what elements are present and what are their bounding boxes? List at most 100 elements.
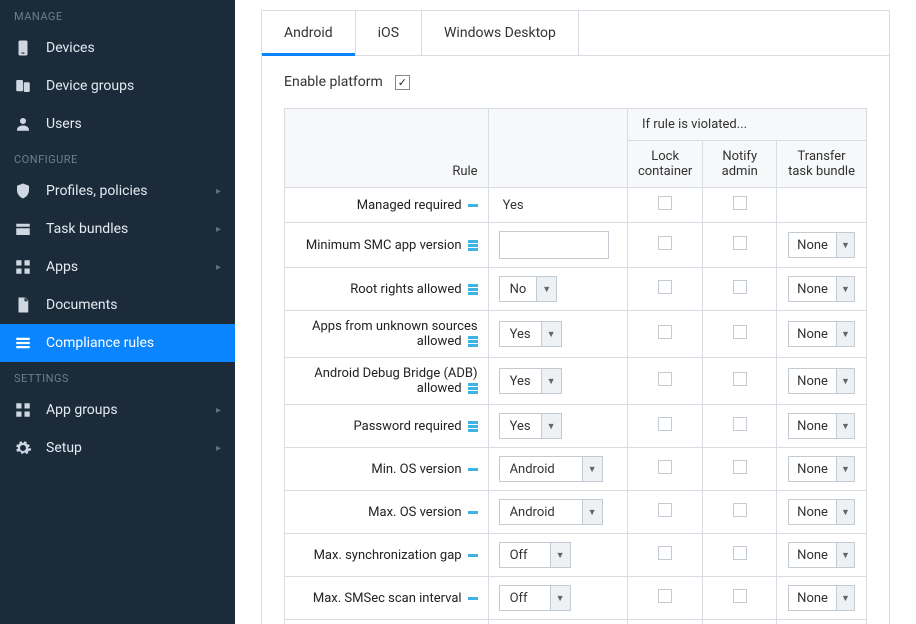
chevron-down-icon: ▼ — [836, 543, 854, 567]
lock-container-cell — [627, 311, 702, 358]
select-value: No — [500, 282, 537, 297]
lock-container-checkbox[interactable] — [658, 325, 672, 339]
transfer-task-select[interactable]: None▼ — [788, 499, 855, 525]
notify-admin-checkbox[interactable] — [733, 236, 747, 250]
select-value: Yes — [500, 419, 541, 434]
tab-android[interactable]: Android — [262, 11, 356, 55]
lock-container-checkbox[interactable] — [658, 236, 672, 250]
chevron-down-icon: ▼ — [550, 543, 570, 567]
lock-container-checkbox[interactable] — [658, 460, 672, 474]
rule-label: Apps from unknown sources allowed — [312, 319, 478, 349]
rule-value-cell: Android▼ — [488, 491, 627, 534]
select-value: None — [789, 327, 836, 342]
sidebar-item-app-groups[interactable]: App groups ▸ — [0, 391, 235, 429]
notify-admin-checkbox[interactable] — [733, 546, 747, 560]
table-row: Max. OS version Android▼ None▼ — [285, 491, 867, 534]
table-row: Max. SMSec scan intervalOff▼None▼ — [285, 577, 867, 620]
table-row: Apps from unknown sources allowed Yes▼ Non… — [285, 311, 867, 358]
rule-label: Min. OS version — [371, 462, 461, 477]
rule-label-cell: Minimum SMC app version — [285, 223, 489, 268]
transfer-task-select[interactable]: None▼ — [788, 232, 855, 258]
sidebar-item-label: Setup — [46, 440, 202, 456]
sidebar-item-setup[interactable]: Setup ▸ — [0, 429, 235, 467]
sidebar-item-documents[interactable]: Documents — [0, 286, 235, 324]
rule-marker-icon — [468, 468, 478, 471]
notify-admin-cell — [703, 405, 777, 448]
rule-marker-icon — [468, 336, 478, 347]
rule-value-select[interactable]: Yes▼ — [499, 321, 562, 347]
sidebar-item-device-groups[interactable]: Device groups — [0, 67, 235, 105]
notify-admin-checkbox[interactable] — [733, 196, 747, 210]
rule-label: Android Debug Bridge (ADB) allowed — [314, 366, 477, 396]
rule-value-select[interactable]: Android▼ — [499, 499, 603, 525]
sidebar-item-label: Profiles, policies — [46, 183, 202, 199]
table-row: Password requiredYes▼None▼ — [285, 405, 867, 448]
tab-windows-desktop[interactable]: Windows Desktop — [422, 11, 579, 55]
chevron-down-icon: ▼ — [541, 322, 561, 346]
notify-admin-cell — [703, 491, 777, 534]
sidebar-item-users[interactable]: Users — [0, 105, 235, 143]
lock-container-checkbox[interactable] — [658, 417, 672, 431]
rule-value-select[interactable]: Off▼ — [499, 585, 571, 611]
rule-label: Max. OS version — [368, 505, 461, 520]
lock-container-cell — [627, 405, 702, 448]
lock-container-checkbox[interactable] — [658, 503, 672, 517]
transfer-task-select[interactable]: None▼ — [788, 542, 855, 568]
select-value: Off — [500, 591, 550, 606]
enable-platform-checkbox[interactable]: ✓ — [395, 75, 410, 90]
transfer-task-select[interactable]: None▼ — [788, 456, 855, 482]
lock-container-checkbox[interactable] — [658, 546, 672, 560]
rule-value-select[interactable]: Yes▼ — [499, 413, 562, 439]
transfer-task-select[interactable]: None▼ — [788, 276, 855, 302]
lock-container-checkbox[interactable] — [658, 372, 672, 386]
sidebar-item-apps[interactable]: Apps ▸ — [0, 248, 235, 286]
notify-admin-checkbox[interactable] — [733, 280, 747, 294]
rule-value-select[interactable]: Yes▼ — [499, 368, 562, 394]
sidebar-item-label: Device groups — [46, 78, 221, 94]
apps-icon — [14, 258, 32, 276]
table-row: Min. OS version Android▼ None▼ — [285, 448, 867, 491]
lock-container-checkbox[interactable] — [658, 196, 672, 210]
notify-admin-checkbox[interactable] — [733, 417, 747, 431]
chevron-down-icon: ▼ — [536, 277, 556, 301]
rule-label: Root rights allowed — [350, 282, 461, 297]
lock-container-cell — [627, 577, 702, 620]
rule-label: Max. synchronization gap — [314, 548, 462, 563]
main-content: Android iOS Windows Desktop Enable platf… — [235, 0, 916, 624]
sidebar-item-compliance-rules[interactable]: Compliance rules — [0, 324, 235, 362]
notify-admin-checkbox[interactable] — [733, 372, 747, 386]
sidebar-item-label: Users — [46, 116, 221, 132]
header-rule: Rule — [285, 109, 489, 188]
sidebar-item-label: App groups — [46, 402, 202, 418]
rule-value-select[interactable]: Android▼ — [499, 456, 603, 482]
transfer-task-select[interactable]: None▼ — [788, 321, 855, 347]
rule-value-input[interactable] — [499, 231, 609, 259]
rule-value-select[interactable]: No▼ — [499, 276, 558, 302]
select-value: Android — [500, 505, 582, 520]
transfer-task-select[interactable]: None▼ — [788, 368, 855, 394]
notify-admin-checkbox[interactable] — [733, 460, 747, 474]
sidebar-item-profiles-policies[interactable]: Profiles, policies ▸ — [0, 172, 235, 210]
notify-admin-cell — [703, 268, 777, 311]
rule-value-cell — [488, 223, 627, 268]
sidebar-item-task-bundles[interactable]: Task bundles ▸ — [0, 210, 235, 248]
table-row: Minimum SMC app version None▼ — [285, 223, 867, 268]
app-groups-icon — [14, 401, 32, 419]
notify-admin-checkbox[interactable] — [733, 503, 747, 517]
lock-container-checkbox[interactable] — [658, 280, 672, 294]
rule-label-cell: Apps from unknown sources allowed — [285, 311, 489, 358]
transfer-cell: None▼ — [777, 311, 867, 358]
rule-value-select[interactable]: Off▼ — [499, 542, 571, 568]
transfer-task-select[interactable]: None▼ — [788, 413, 855, 439]
notify-admin-checkbox[interactable] — [733, 589, 747, 603]
sidebar-item-devices[interactable]: Devices — [0, 29, 235, 67]
transfer-cell: None▼ — [777, 491, 867, 534]
platform-tabs: Android iOS Windows Desktop — [262, 11, 889, 56]
lock-container-checkbox[interactable] — [658, 589, 672, 603]
rule-marker-icon — [468, 383, 478, 394]
notify-admin-checkbox[interactable] — [733, 325, 747, 339]
lock-container-cell — [627, 268, 702, 311]
lock-container-cell — [627, 223, 702, 268]
tab-ios[interactable]: iOS — [356, 11, 422, 55]
transfer-task-select[interactable]: None▼ — [788, 585, 855, 611]
